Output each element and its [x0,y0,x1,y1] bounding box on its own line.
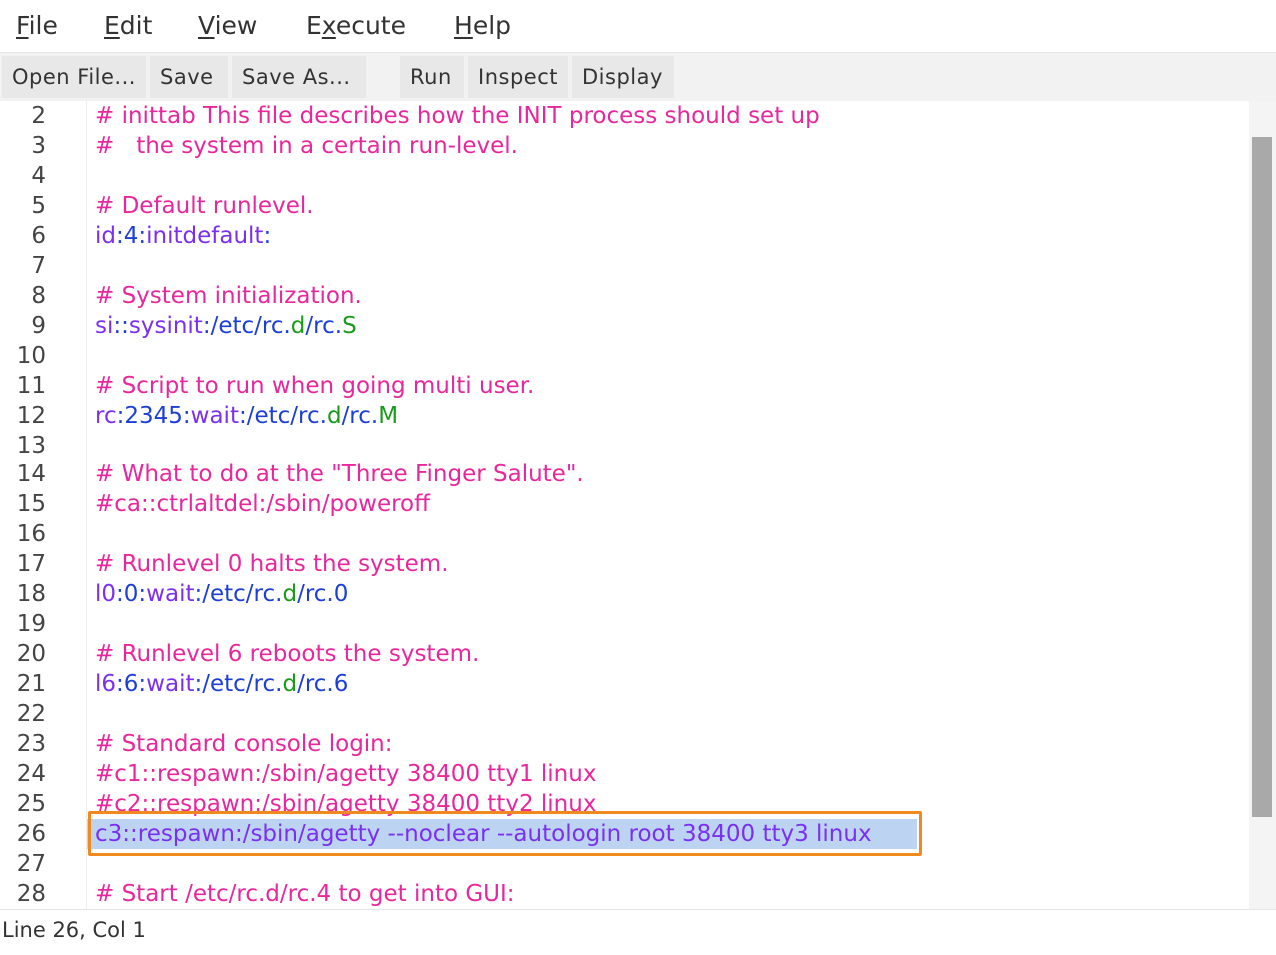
line-number: 13 [16,433,46,459]
toolbar: Open File... Save Save As... Run Inspect… [0,53,1276,101]
menu-view[interactable]: View [198,10,257,42]
line-number-gutter: 2 3 4 5 6 7 8 9 10 11 12 13 14 15 16 17 … [0,101,87,909]
code-line-18: l0:0:wait:/etc/rc.d/rc.0 [95,581,349,607]
code-line-8: # System initialization. [95,283,362,309]
line-number: 6 [31,223,46,249]
line-number: 22 [16,701,46,727]
statusbar: Line 26, Col 1 [0,909,1276,955]
line-number: 4 [31,163,46,189]
menu-execute[interactable]: Execute [306,10,406,42]
line-number: 8 [31,283,46,309]
line-number: 15 [16,491,46,517]
line-number: 19 [16,611,46,637]
code-line-5: # Default runlevel. [95,193,314,219]
cursor-position: Line 26, Col 1 [2,918,146,942]
line-number: 7 [31,253,46,279]
menubar: File Edit View Execute Help [0,0,1276,53]
line-number: 3 [31,133,46,159]
line-number: 16 [16,521,46,547]
code-line-12: rc:2345:wait:/etc/rc.d/rc.M [95,403,399,429]
menu-file[interactable]: File [16,10,58,42]
menu-help[interactable]: Help [454,10,511,42]
line-number: 23 [16,731,46,757]
code-line-11: # Script to run when going multi user. [95,373,535,399]
line-number: 28 [16,881,46,907]
code-line-25: #c2::respawn:/sbin/agetty 38400 tty2 lin… [95,791,597,817]
line-number: 26 [16,821,46,847]
save-as-button[interactable]: Save As... [232,56,366,98]
code-line-9: si::sysinit:/etc/rc.d/rc.S [95,313,357,339]
vertical-scrollbar[interactable] [1249,101,1276,909]
code-line-23: # Standard console login: [95,731,393,757]
code-editor[interactable]: # inittab This file describes how the IN… [87,101,1249,909]
code-line-14: # What to do at the "Three Finger Salute… [95,461,584,487]
line-number: 10 [16,343,46,369]
code-line-26: c3::respawn:/sbin/agetty --noclear --aut… [95,821,872,847]
line-number: 24 [16,761,46,787]
code-line-20: # Runlevel 6 reboots the system. [95,641,480,667]
open-file-button[interactable]: Open File... [2,56,146,98]
code-line-21: l6:6:wait:/etc/rc.d/rc.6 [95,671,349,697]
line-number: 9 [31,313,46,339]
line-number: 21 [16,671,46,697]
line-number: 14 [16,461,46,487]
inspect-button[interactable]: Inspect [468,56,568,98]
code-line-3: # the system in a certain run-level. [95,133,518,159]
line-number: 25 [16,791,46,817]
run-button[interactable]: Run [400,56,464,98]
line-number: 11 [16,373,46,399]
line-number: 2 [31,103,46,129]
line-number: 17 [16,551,46,577]
line-number: 12 [16,403,46,429]
line-number: 27 [16,851,46,877]
display-button[interactable]: Display [572,56,674,98]
line-number: 20 [16,641,46,667]
code-line-2: # inittab This file describes how the IN… [95,103,820,129]
code-line-15: #ca::ctrlaltdel:/sbin/poweroff [95,491,430,517]
save-button[interactable]: Save [150,56,228,98]
line-number: 18 [16,581,46,607]
code-line-17: # Runlevel 0 halts the system. [95,551,449,577]
line-number: 5 [31,193,46,219]
scrollbar-thumb[interactable] [1252,137,1272,817]
menu-edit[interactable]: Edit [104,10,152,42]
code-line-24: #c1::respawn:/sbin/agetty 38400 tty1 lin… [95,761,597,787]
code-line-6: id:4:initdefault: [95,223,272,249]
code-line-28: # Start /etc/rc.d/rc.4 to get into GUI: [95,881,515,907]
